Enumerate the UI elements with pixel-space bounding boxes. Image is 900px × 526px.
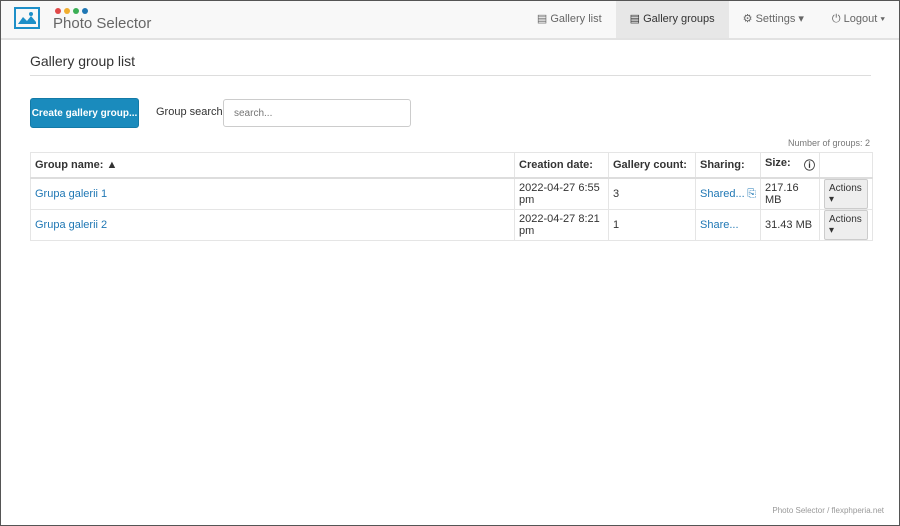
creation-date: 2022-04-27 8:21 pm: [514, 209, 609, 241]
page-title: Gallery group list: [30, 53, 136, 69]
nav-label: Gallery list: [550, 13, 602, 25]
brand-dots: [55, 8, 88, 14]
header-group-name[interactable]: Group name: ▲: [30, 152, 515, 179]
creation-date: 2022-04-27 6:55 pm: [514, 177, 609, 210]
gear-icon: ⚙: [742, 13, 756, 25]
sharing-link[interactable]: Share...: [700, 219, 739, 231]
size: 31.43 MB: [760, 209, 820, 241]
power-icon: ⏻: [831, 13, 844, 25]
info-icon[interactable]: ⓘ: [804, 157, 815, 173]
header-actions: [819, 152, 873, 179]
search-label: Group search:: [156, 106, 226, 118]
actions-button[interactable]: Actions ▾: [824, 179, 868, 209]
header-size: Size: ⓘ: [760, 152, 820, 179]
size-label: Size:: [765, 157, 791, 169]
group-name-link[interactable]: Grupa galerii 1: [35, 188, 107, 200]
gallery-count: 1: [608, 209, 696, 241]
nav-settings[interactable]: ⚙ Settings ▾: [729, 1, 818, 38]
gallery-count: 3: [608, 177, 696, 210]
nav-label: Gallery groups: [643, 13, 715, 25]
navbar: Photo Selector ▤ Gallery list ▤ Gallery …: [1, 1, 899, 40]
table-row: Grupa galerii 1 2022-04-27 6:55 pm 3 Sha…: [30, 177, 873, 210]
nav-logout[interactable]: ⏻ Logout ▾: [818, 1, 899, 38]
table-row: Grupa galerii 2 2022-04-27 8:21 pm 1 Sha…: [30, 209, 873, 241]
book-icon: ▤: [536, 13, 551, 25]
group-name-link[interactable]: Grupa galerii 2: [35, 219, 107, 231]
sharing-link[interactable]: Shared...: [700, 188, 745, 200]
nav-gallery-groups[interactable]: ▤ Gallery groups: [615, 1, 729, 38]
header-gallery-count: Gallery count:: [608, 152, 696, 179]
size: 217.16 MB: [760, 177, 820, 210]
nav-label: Settings ▾: [755, 13, 804, 25]
header-creation-date: Creation date:: [514, 152, 609, 179]
share-icon: ⎘: [747, 187, 756, 200]
footer: Photo Selector / flexphperia.net: [772, 506, 884, 515]
group-count: Number of groups: 2: [787, 138, 870, 148]
book-icon: ▤: [629, 13, 644, 25]
create-gallery-group-button[interactable]: Create gallery group...: [30, 98, 139, 128]
nav-label: Logout ▾: [843, 13, 885, 25]
actions-button[interactable]: Actions ▾: [824, 210, 868, 240]
brand-title[interactable]: Photo Selector: [53, 15, 151, 32]
group-table: Group name: ▲ Creation date: Gallery cou…: [30, 152, 873, 241]
header-sharing: Sharing:: [695, 152, 761, 179]
nav-gallery-list[interactable]: ▤ Gallery list: [523, 1, 616, 38]
photo-logo-icon: [14, 7, 40, 29]
group-search-input[interactable]: [223, 99, 411, 127]
divider: [30, 75, 871, 76]
